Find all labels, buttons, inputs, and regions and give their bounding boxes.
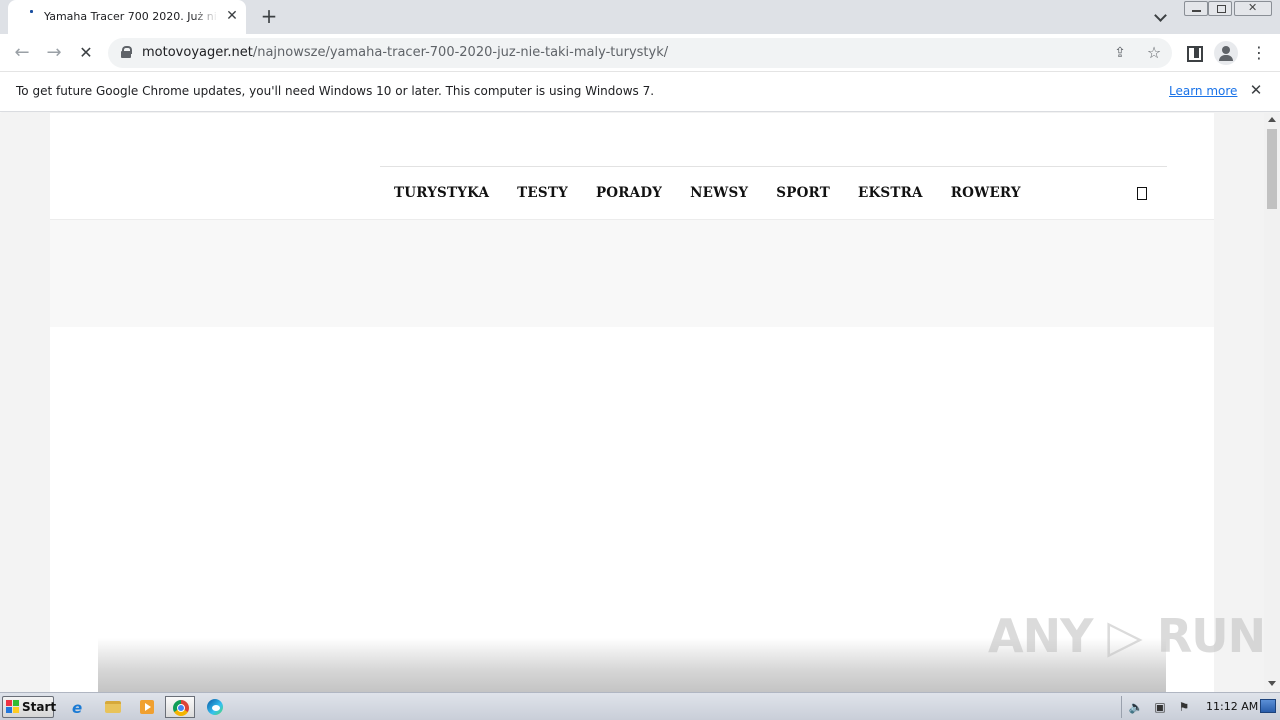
start-label: Start [22, 700, 57, 714]
url-text[interactable]: motovoyager.net/najnowsze/yamaha-tracer-… [142, 45, 668, 60]
learn-more-link[interactable]: Learn more [1169, 84, 1237, 98]
media-player-icon[interactable] [135, 696, 159, 718]
lock-icon[interactable] [121, 46, 132, 58]
taskbar-clock[interactable]: 11:12 AM [1206, 700, 1258, 713]
page-viewport: TURYSTYKA TESTY PORADY NEWSY SPORT EKSTR… [0, 113, 1264, 692]
share-icon[interactable]: ⇪ [1110, 44, 1130, 64]
nav-item-porady[interactable]: PORADY [596, 179, 662, 207]
infobar-message: To get future Google Chrome updates, you… [16, 84, 655, 98]
search-icon[interactable] [1137, 187, 1147, 200]
ie-glyph: e [72, 699, 83, 717]
forward-button[interactable]: → [42, 41, 66, 65]
infobar-close-icon[interactable]: ✕ [1247, 81, 1265, 99]
windows-logo-icon [6, 700, 20, 714]
nav-item-rowery[interactable]: ROWERY [951, 179, 1021, 207]
windows-taskbar: Start e 🔈 ▣ ⚑ 11:12 AM [0, 692, 1280, 720]
scroll-down-arrow-icon[interactable] [1268, 681, 1276, 686]
back-button[interactable]: ← [10, 41, 34, 65]
scroll-up-arrow-icon[interactable] [1268, 117, 1276, 122]
nav-item-newsy[interactable]: NEWSY [690, 179, 748, 207]
profile-avatar-icon[interactable] [1214, 41, 1238, 65]
url-host: motovoyager.net [142, 45, 253, 60]
network-icon[interactable]: ▣ [1152, 699, 1168, 715]
action-center-flag-icon[interactable]: ⚑ [1176, 699, 1192, 715]
chrome-glyph [173, 700, 189, 716]
tab-title: Yamaha Tracer 700 2020. Już nie taki mał… [44, 10, 218, 23]
browser-tab[interactable]: Yamaha Tracer 700 2020. Już nie taki mał… [8, 0, 246, 34]
chrome-menu-icon[interactable]: ⋮ [1248, 42, 1270, 64]
favicon-icon [26, 8, 42, 24]
file-explorer-icon[interactable] [101, 696, 125, 718]
address-bar[interactable]: motovoyager.net/najnowsze/yamaha-tracer-… [108, 38, 1172, 68]
main-navigation: TURYSTYKA TESTY PORADY NEWSY SPORT EKSTR… [380, 179, 1035, 207]
url-path: /najnowsze/yamaha-tracer-700-2020-juz-ni… [252, 45, 669, 60]
volume-icon[interactable]: 🔈 [1128, 699, 1144, 715]
nav-item-testy[interactable]: TESTY [517, 179, 568, 207]
media-glyph [140, 700, 154, 714]
window-restore-button[interactable] [1208, 1, 1232, 16]
start-button[interactable]: Start [2, 696, 57, 718]
stop-loading-button[interactable]: ✕ [74, 41, 98, 65]
internet-explorer-icon[interactable]: e [68, 696, 92, 718]
anyrun-watermark: ANY ▷ RUN [988, 609, 1264, 663]
nav-item-sport[interactable]: SPORT [776, 179, 830, 207]
side-panel-icon[interactable] [1183, 42, 1205, 64]
header-divider [380, 166, 1167, 167]
tab-search-chevron-icon[interactable] [1150, 7, 1172, 27]
update-infobar: To get future Google Chrome updates, you… [0, 72, 1280, 112]
tray-separator [1121, 696, 1122, 718]
folder-glyph [105, 701, 121, 713]
chrome-taskbar-icon[interactable] [165, 696, 195, 718]
nav-item-turystyka[interactable]: TURYSTYKA [394, 179, 489, 207]
show-desktop-button[interactable] [1260, 699, 1276, 713]
ad-banner-placeholder [50, 220, 1214, 327]
window-close-button[interactable] [1234, 1, 1272, 16]
edge-icon[interactable] [203, 696, 227, 718]
tab-strip: Yamaha Tracer 700 2020. Już nie taki mał… [0, 0, 1280, 34]
tab-close-icon[interactable]: ✕ [224, 8, 240, 24]
browser-toolbar: ← → ✕ motovoyager.net/najnowsze/yamaha-t… [0, 34, 1280, 72]
site-container: TURYSTYKA TESTY PORADY NEWSY SPORT EKSTR… [50, 113, 1214, 692]
window-minimize-button[interactable] [1184, 1, 1208, 16]
nav-item-ekstra[interactable]: EKSTRA [858, 179, 923, 207]
scroll-thumb[interactable] [1267, 129, 1277, 209]
edge-glyph [207, 699, 223, 715]
new-tab-button[interactable]: + [258, 6, 280, 28]
bookmark-star-icon[interactable]: ☆ [1144, 44, 1164, 64]
vertical-scrollbar[interactable] [1264, 113, 1280, 692]
